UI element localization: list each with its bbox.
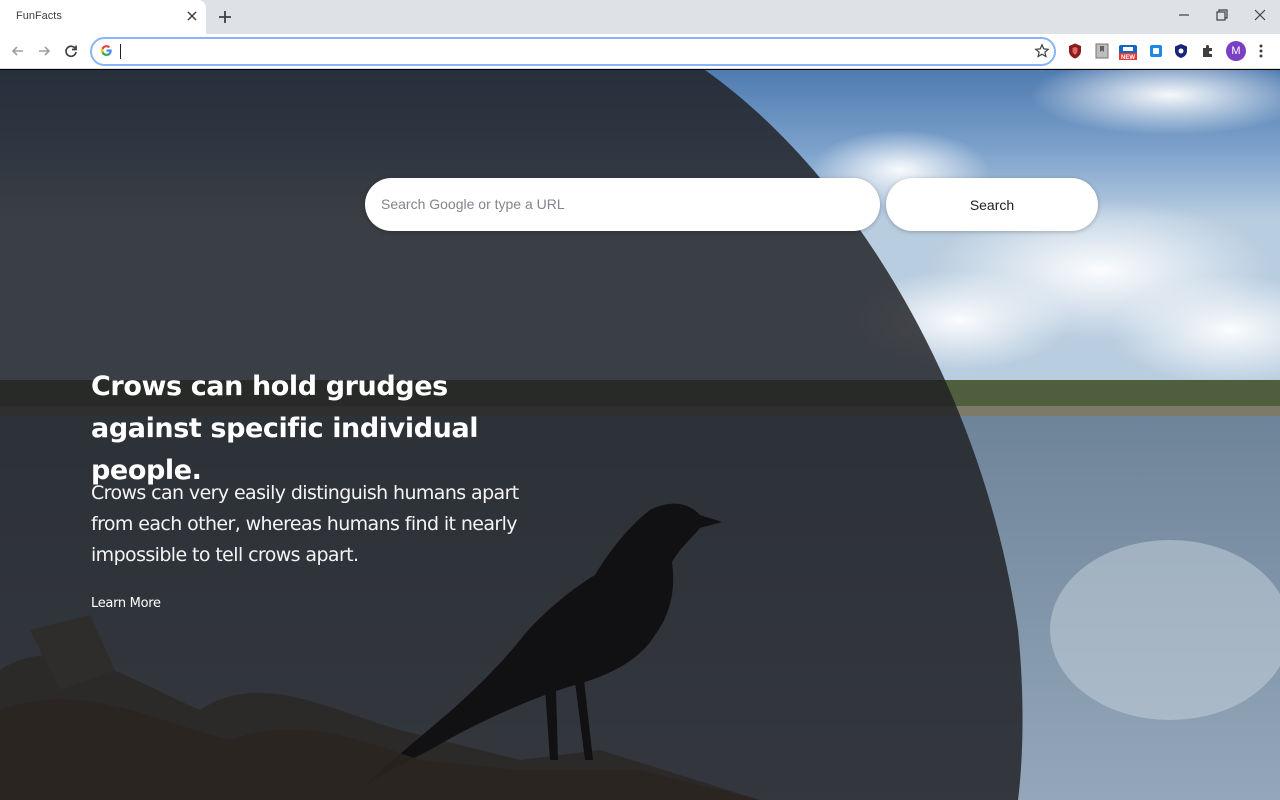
google-icon [101,45,112,56]
fact-title: Crows can hold grudges against specific … [91,371,479,486]
star-icon[interactable] [1034,43,1050,59]
search-input[interactable] [381,192,861,216]
news-extension-icon[interactable]: NEW [1117,41,1139,63]
browser-tab[interactable]: FunFacts [0,0,206,34]
new-tab-page: Search Crows can hold grudges against sp… [0,70,1280,800]
plus-icon[interactable] [216,8,234,26]
reload-icon[interactable] [62,42,80,60]
puzzle-icon[interactable] [1199,42,1217,60]
svg-text:NEW: NEW [1121,55,1135,61]
restore-icon[interactable] [1214,7,1230,23]
avatar[interactable]: M [1226,41,1246,61]
window-close-icon[interactable] [1252,7,1268,23]
shield-extension-icon[interactable] [1066,42,1084,60]
tab-extension-icon[interactable] [1147,42,1165,60]
fact-description: Crows can very easily distinguish humans… [91,482,519,566]
back-icon[interactable] [9,42,27,60]
text-caret [120,44,121,59]
kebab-menu-icon[interactable] [1254,43,1268,59]
tab-title: FunFacts [16,10,62,22]
forward-icon[interactable] [35,42,53,60]
search-button[interactable]: Search [886,178,1098,231]
learn-more-link[interactable]: Learn More [91,596,161,611]
address-bar[interactable] [90,37,1056,66]
bookmark-extension-icon[interactable] [1093,42,1111,60]
minimize-icon[interactable] [1176,7,1192,23]
browser-toolbar: NEW M [0,34,1280,69]
search-box[interactable] [365,178,880,231]
tab-strip: FunFacts [0,0,1280,34]
privacy-extension-icon[interactable] [1172,42,1190,60]
address-input[interactable] [118,42,1008,61]
close-icon[interactable] [184,8,200,24]
